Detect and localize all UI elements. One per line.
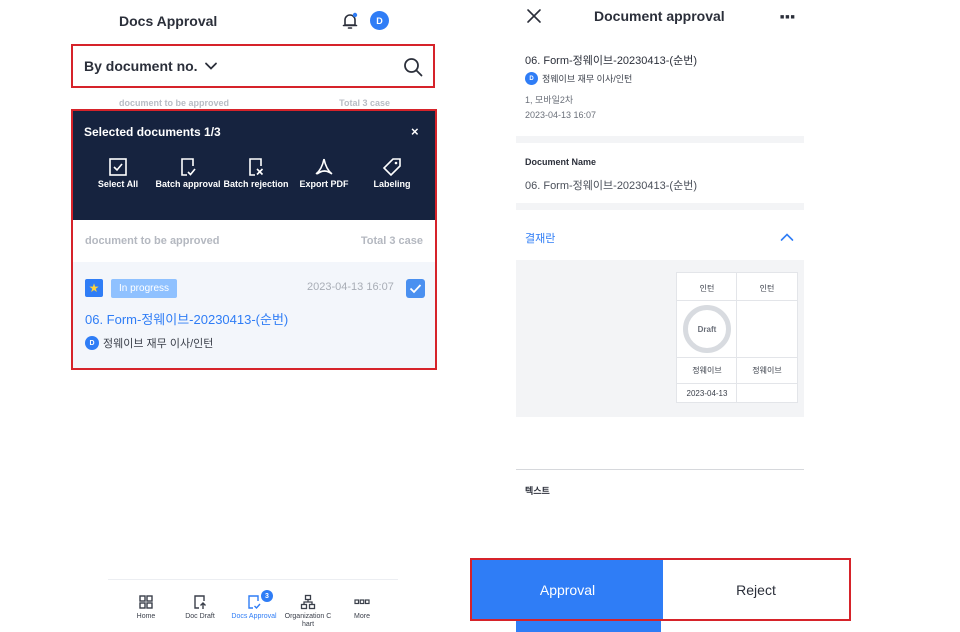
text-field-label: 텍스트	[525, 486, 550, 496]
nav-docs-approval[interactable]: 3 Docs Approval	[226, 590, 282, 621]
document-title[interactable]: 06. Form-정웨이브-20230413-(순번)	[85, 309, 288, 328]
reject-button-label: Reject	[736, 581, 776, 598]
ghost-summary-count: Total 3 case	[339, 98, 390, 108]
check-square-icon	[109, 158, 127, 176]
avatar-initial: D	[376, 15, 383, 26]
selection-title: Selected documents 1/3	[84, 125, 221, 139]
document-date: 2023-04-13 16:07	[525, 110, 597, 120]
summary-label: document to be approved	[85, 235, 220, 247]
labeling-label: Labeling	[373, 179, 411, 189]
page-title: Document approval	[594, 8, 725, 24]
document-card[interactable]: ★ In progress 2023-04-13 16:07 06. Form-…	[73, 262, 435, 368]
notification-badge: 3	[261, 590, 273, 602]
star-icon[interactable]: ★	[85, 279, 103, 297]
approver-role: 인턴	[699, 284, 715, 293]
pdf-icon	[315, 158, 333, 175]
more-icon	[354, 599, 370, 605]
ghost-summary-label: document to be approved	[119, 98, 230, 108]
labeling-button[interactable]: Labeling	[356, 157, 428, 189]
nav-org-chart[interactable]: Organization C hart	[280, 594, 336, 629]
author-avatar: D	[525, 72, 538, 85]
document-date: 2023-04-13 16:07	[307, 281, 394, 293]
document-title: 06. Form-정웨이브-20230413-(순번)	[525, 55, 697, 67]
document-department: 1, 모바일2차	[525, 95, 574, 105]
draft-stamp: Draft	[683, 305, 731, 353]
left-header: Docs Approval D	[108, 0, 398, 44]
selection-panel: Selected documents 1/3 × Select All Batc…	[71, 109, 437, 370]
export-pdf-label: Export PDF	[299, 179, 349, 189]
doc-check-icon	[181, 158, 196, 176]
nav-org-chart-label: Organization C hart	[284, 613, 332, 628]
status-badge: In progress	[111, 279, 178, 298]
grid-icon	[139, 595, 153, 609]
batch-approval-button[interactable]: Batch approval	[152, 157, 224, 189]
tag-icon	[382, 158, 401, 177]
draft-stamp-label: Draft	[697, 324, 717, 334]
document-approval-screen: Document approval ■■■ 06. Form-정웨이브-2023…	[516, 0, 804, 632]
approval-button[interactable]: Approval	[472, 560, 663, 619]
author-avatar: D	[85, 336, 99, 350]
batch-rejection-button[interactable]: Batch rejection	[220, 157, 292, 189]
doc-x-icon	[249, 158, 264, 176]
page-title: Docs Approval	[119, 13, 218, 29]
select-all-button[interactable]: Select All	[82, 157, 154, 189]
summary-count: Total 3 case	[360, 235, 423, 247]
author-name: 정웨이브 재무 이사/인턴	[542, 74, 633, 84]
more-icon[interactable]: ■■■	[780, 14, 796, 21]
document-name-value: 06. Form-정웨이브-20230413-(순번)	[525, 180, 697, 192]
table-divider	[677, 300, 797, 301]
batch-approval-label: Batch approval	[155, 179, 221, 189]
nav-more[interactable]: More	[334, 594, 390, 621]
search-icon[interactable]	[403, 57, 423, 77]
close-icon[interactable]: ×	[411, 124, 419, 139]
org-chart-icon	[300, 594, 316, 610]
section-divider	[516, 469, 804, 470]
approval-section-title[interactable]: 결재란	[525, 230, 555, 246]
chevron-down-icon[interactable]	[204, 59, 218, 73]
search-type-select[interactable]: By document no.	[84, 58, 198, 74]
export-pdf-button[interactable]: Export PDF	[288, 157, 360, 189]
approval-table: 인턴 Draft 정웨이브 2023-04-13 인턴 정웨이브	[676, 272, 798, 403]
bell-icon[interactable]	[340, 11, 360, 31]
check-icon	[409, 284, 422, 294]
search-filter-bar: By document no.	[71, 44, 435, 88]
document-author: D 정웨이브 재무 이사/인턴	[525, 72, 632, 85]
document-name-label: Document Name	[525, 157, 597, 167]
nav-doc-draft[interactable]: Doc Draft	[172, 594, 228, 621]
approver-role: 인턴	[759, 284, 775, 293]
selection-toolbar: Selected documents 1/3 × Select All Batc…	[73, 111, 435, 220]
section-divider	[516, 203, 804, 210]
nav-home[interactable]: Home	[118, 594, 174, 621]
nav-more-label: More	[354, 613, 370, 620]
select-checkbox[interactable]	[406, 279, 425, 298]
summary-row: document to be approved Total 3 case	[73, 220, 435, 262]
chevron-up-icon[interactable]	[780, 232, 794, 242]
doc-upload-icon	[194, 595, 206, 609]
batch-rejection-label: Batch rejection	[223, 179, 289, 189]
bottom-nav: Home Doc Draft 3 Docs Approval Organizat…	[108, 579, 398, 632]
approver-name: 정웨이브	[752, 366, 782, 375]
doc-check-icon	[248, 595, 261, 610]
author-name: 정웨이브 재무 이사/인턴	[103, 338, 214, 350]
table-divider	[677, 357, 797, 358]
table-divider	[677, 383, 797, 384]
select-all-label: Select All	[97, 179, 139, 189]
reject-button[interactable]: Reject	[663, 560, 849, 619]
approval-line-area: 인턴 Draft 정웨이브 2023-04-13 인턴 정웨이브	[516, 260, 804, 417]
section-divider	[516, 136, 804, 143]
approval-button-label: Approval	[539, 581, 596, 598]
nav-doc-draft-label: Doc Draft	[185, 613, 215, 620]
approval-date: 2023-04-13	[686, 389, 728, 398]
approver-name: 정웨이브	[692, 366, 722, 375]
action-button-group: Approval Reject	[470, 558, 851, 621]
nav-home-label: Home	[136, 613, 156, 620]
document-info: 06. Form-정웨이브-20230413-(순번) D 정웨이브 재무 이사…	[516, 38, 804, 138]
avatar[interactable]: D	[370, 11, 389, 30]
nav-docs-approval-label: Docs Approval	[231, 613, 277, 620]
document-author: D 정웨이브 재무 이사/인턴	[85, 335, 213, 351]
close-icon[interactable]	[526, 8, 542, 24]
